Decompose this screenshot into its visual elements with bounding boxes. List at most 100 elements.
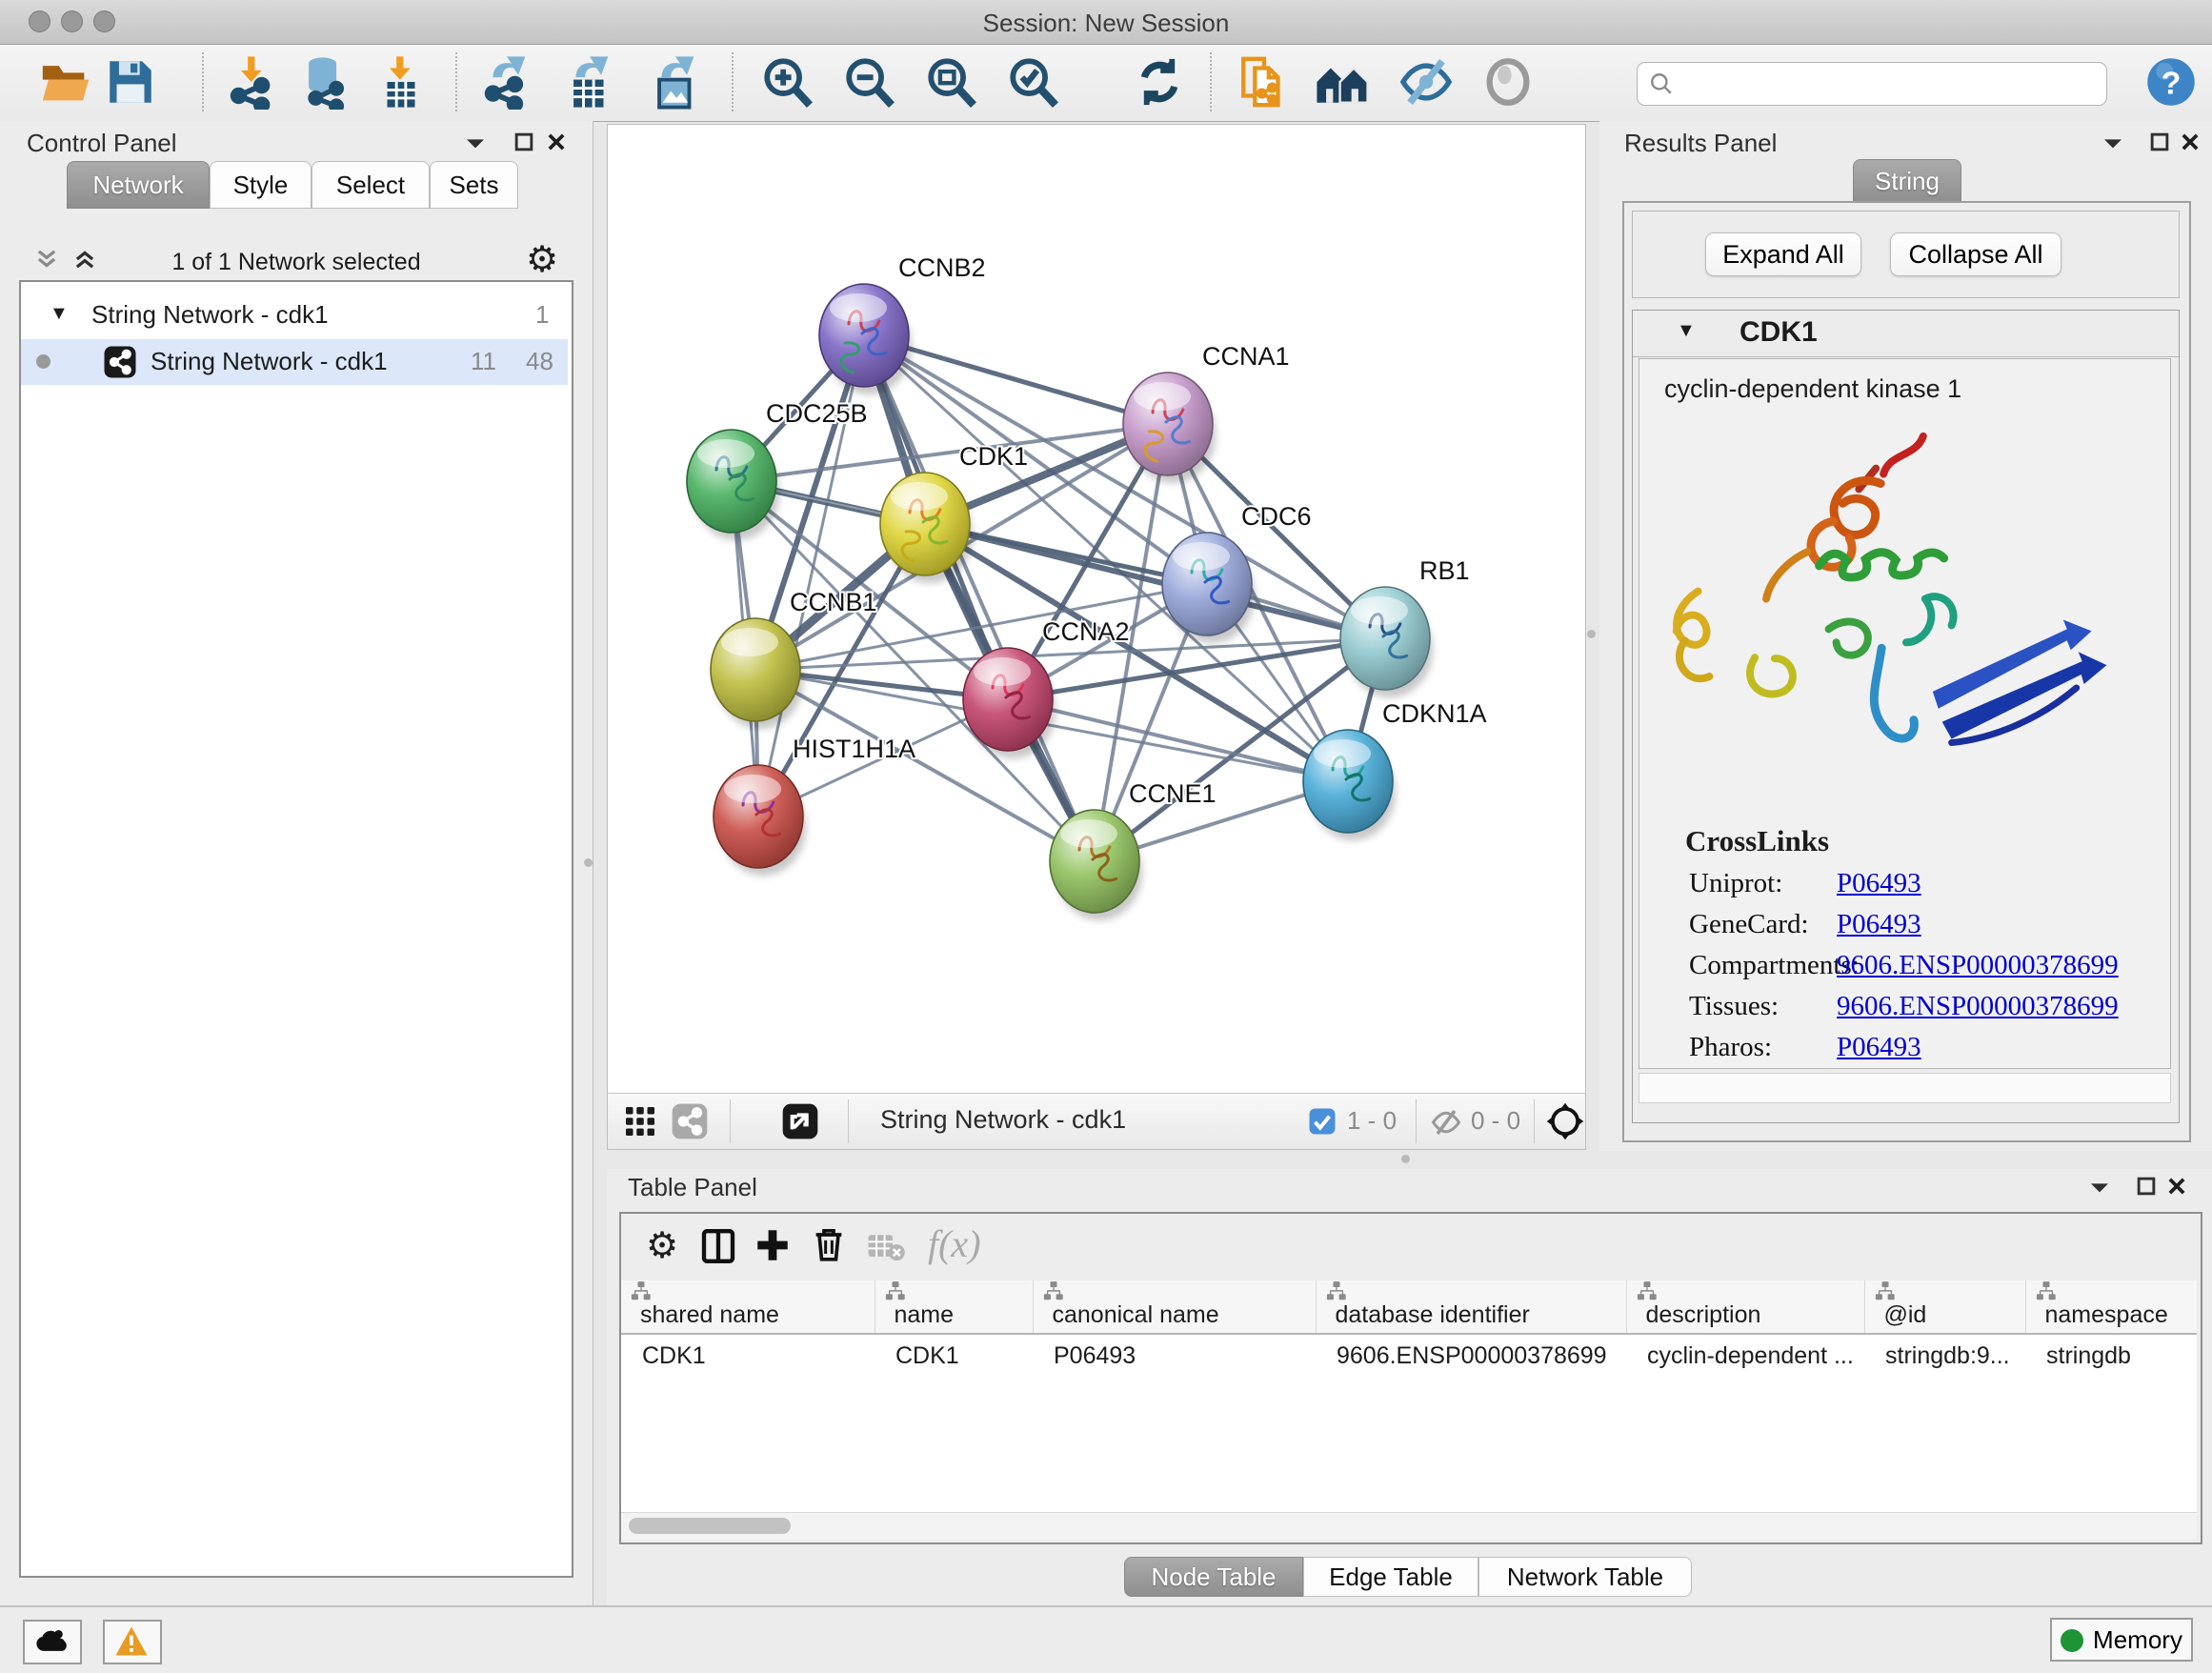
crosslink-link[interactable]: P06493	[1837, 1032, 1921, 1062]
tab-node-table[interactable]: Node Table	[1124, 1557, 1303, 1597]
network-node-CCNA2[interactable]: CCNA2	[963, 617, 1130, 758]
network-collection-row[interactable]: ▼ String Network - cdk1 1	[21, 293, 568, 339]
table-cell[interactable]: stringdb:9...	[1864, 1334, 2025, 1377]
collapse-all-button[interactable]: Collapse All	[1890, 232, 2061, 276]
grid-view-icon[interactable]	[623, 1104, 657, 1139]
table-cell[interactable]: 9606.ENSP00000378699	[1316, 1334, 1626, 1377]
close-panel-icon[interactable]	[2181, 132, 2200, 151]
birds-eye-view-icon[interactable]	[1545, 1101, 1585, 1141]
network-edge[interactable]	[925, 524, 1385, 638]
network-node-RB1[interactable]: RB1	[1340, 556, 1470, 697]
import-network-from-file-icon[interactable]	[225, 54, 280, 110]
table-row[interactable]: CDK1CDK1P064939606.ENSP00000378699cyclin…	[621, 1334, 2197, 1377]
table-cell[interactable]: stringdb	[2025, 1334, 2197, 1377]
export-table-icon[interactable]	[562, 54, 617, 110]
detach-view-icon[interactable]	[781, 1102, 819, 1140]
help-icon[interactable]: ?	[2145, 56, 2201, 111]
table-panel-title: Table Panel	[628, 1173, 757, 1202]
network-node-CCNA1[interactable]: CCNA1	[1123, 342, 1290, 483]
refresh-layout-icon[interactable]	[1132, 54, 1187, 110]
view-toolbar-separator	[730, 1099, 731, 1143]
table-cell[interactable]: cyclin-dependent ...	[1626, 1334, 1864, 1377]
search-input[interactable]	[1683, 65, 2097, 101]
zoom-in-icon[interactable]	[760, 54, 815, 110]
import-table-icon[interactable]	[373, 54, 429, 110]
hidden-items-eye-icon[interactable]	[1429, 1105, 1463, 1139]
section-collapse-icon[interactable]: ▼	[1677, 320, 1696, 342]
selected-nodes-checkbox-icon[interactable]	[1308, 1107, 1337, 1136]
results-scrollbar[interactable]	[1639, 1073, 2171, 1103]
table-cell[interactable]: P06493	[1033, 1334, 1316, 1377]
first-neighbors-icon[interactable]	[1315, 54, 1370, 110]
tab-string-results[interactable]: String	[1853, 159, 1961, 203]
tab-network-table[interactable]: Network Table	[1478, 1557, 1692, 1597]
column-header-description[interactable]: description	[1626, 1280, 1864, 1334]
crosslink-link[interactable]: P06493	[1837, 868, 1921, 898]
crosslink-link[interactable]: 9606.ENSP00000378699	[1837, 991, 2119, 1021]
table-cell[interactable]: CDK1	[621, 1334, 875, 1377]
add-column-icon[interactable]	[753, 1225, 793, 1265]
network-row[interactable]: String Network - cdk1 11 48	[21, 339, 568, 385]
network-node-CDKN1A[interactable]: CDKN1A	[1303, 699, 1487, 840]
panel-menu-icon[interactable]	[2102, 134, 2123, 151]
crosslink-link[interactable]: P06493	[1837, 909, 1921, 939]
close-panel-icon[interactable]	[2167, 1177, 2186, 1196]
float-panel-icon[interactable]	[2137, 1177, 2156, 1196]
bottom-splitter-handle[interactable]	[1401, 1155, 1410, 1163]
zoom-out-icon[interactable]	[842, 54, 897, 110]
network-node-HIST1H1A[interactable]: HIST1H1A	[714, 735, 915, 876]
tab-edge-table[interactable]: Edge Table	[1303, 1557, 1478, 1597]
tab-style[interactable]: Style	[210, 161, 312, 209]
column-header--id[interactable]: @id	[1864, 1280, 2025, 1334]
clone-network-icon[interactable]	[1237, 54, 1292, 110]
string-view-icon[interactable]	[671, 1102, 709, 1140]
app-store-cloud-button[interactable]	[23, 1620, 82, 1664]
table-settings-gear-icon[interactable]: ⚙	[646, 1227, 678, 1263]
scrollbar-thumb[interactable]	[629, 1518, 791, 1534]
tab-network[interactable]: Network	[67, 161, 210, 209]
tab-select[interactable]: Select	[312, 161, 430, 209]
left-splitter-handle[interactable]	[584, 858, 593, 867]
network-options-gear-icon[interactable]: ⚙	[526, 241, 558, 277]
panel-menu-icon[interactable]	[2089, 1179, 2110, 1196]
column-header-name[interactable]: name	[875, 1280, 1033, 1334]
table-horizontal-scrollbar[interactable]	[621, 1512, 2197, 1540]
open-session-icon[interactable]	[38, 54, 93, 110]
show-columns-icon[interactable]	[699, 1227, 737, 1265]
warnings-button[interactable]	[103, 1620, 162, 1664]
column-header-namespace[interactable]: namespace	[2025, 1280, 2197, 1334]
column-header-canonical-name[interactable]: canonical name	[1033, 1280, 1316, 1334]
hide-selected-icon[interactable]	[1398, 54, 1454, 110]
view-toolbar-separator	[848, 1099, 849, 1143]
right-splitter-handle[interactable]	[1587, 630, 1596, 638]
column-header-shared-name[interactable]: shared name	[621, 1280, 875, 1334]
panel-menu-icon[interactable]	[465, 134, 486, 151]
delete-table-icon[interactable]	[867, 1231, 905, 1263]
show-all-icon[interactable]	[1480, 54, 1536, 110]
network-node-CCNB1[interactable]: CCNB1	[711, 588, 877, 729]
tab-sets[interactable]: Sets	[430, 161, 518, 209]
memory-button[interactable]: Memory	[2050, 1618, 2193, 1662]
zoom-fit-icon[interactable]	[924, 54, 979, 110]
column-header-database-identifier[interactable]: database identifier	[1316, 1280, 1626, 1334]
network-canvas[interactable]: CCNB2CCNA1CDC25BCDK1CDC6RB1CCNB1CCNA2CDK…	[607, 124, 1586, 1095]
table-cell[interactable]: CDK1	[875, 1334, 1033, 1377]
float-panel-icon[interactable]	[2150, 132, 2169, 151]
network-edge[interactable]	[864, 335, 1095, 861]
float-panel-icon[interactable]	[514, 132, 533, 151]
delete-column-icon[interactable]	[810, 1225, 848, 1263]
collection-expand-icon[interactable]: ▼	[50, 303, 69, 325]
zoom-selected-icon[interactable]	[1006, 54, 1061, 110]
close-panel-icon[interactable]	[547, 132, 566, 151]
function-builder-icon[interactable]: f(x)	[928, 1221, 981, 1266]
expand-all-button[interactable]: Expand All	[1705, 232, 1861, 276]
save-session-icon[interactable]	[103, 54, 158, 110]
import-network-from-database-icon[interactable]	[297, 54, 352, 110]
network-node-CCNB2[interactable]: CCNB2	[819, 253, 986, 394]
status-bar: Memory	[0, 1605, 2212, 1673]
export-image-icon[interactable]	[648, 54, 703, 110]
gene-section-header[interactable]: ▼ CDK1	[1633, 311, 2179, 357]
network-node-CCNE1[interactable]: CCNE1	[1050, 779, 1217, 920]
crosslink-link[interactable]: 9606.ENSP00000378699	[1837, 950, 2119, 980]
export-network-icon[interactable]	[479, 54, 534, 110]
